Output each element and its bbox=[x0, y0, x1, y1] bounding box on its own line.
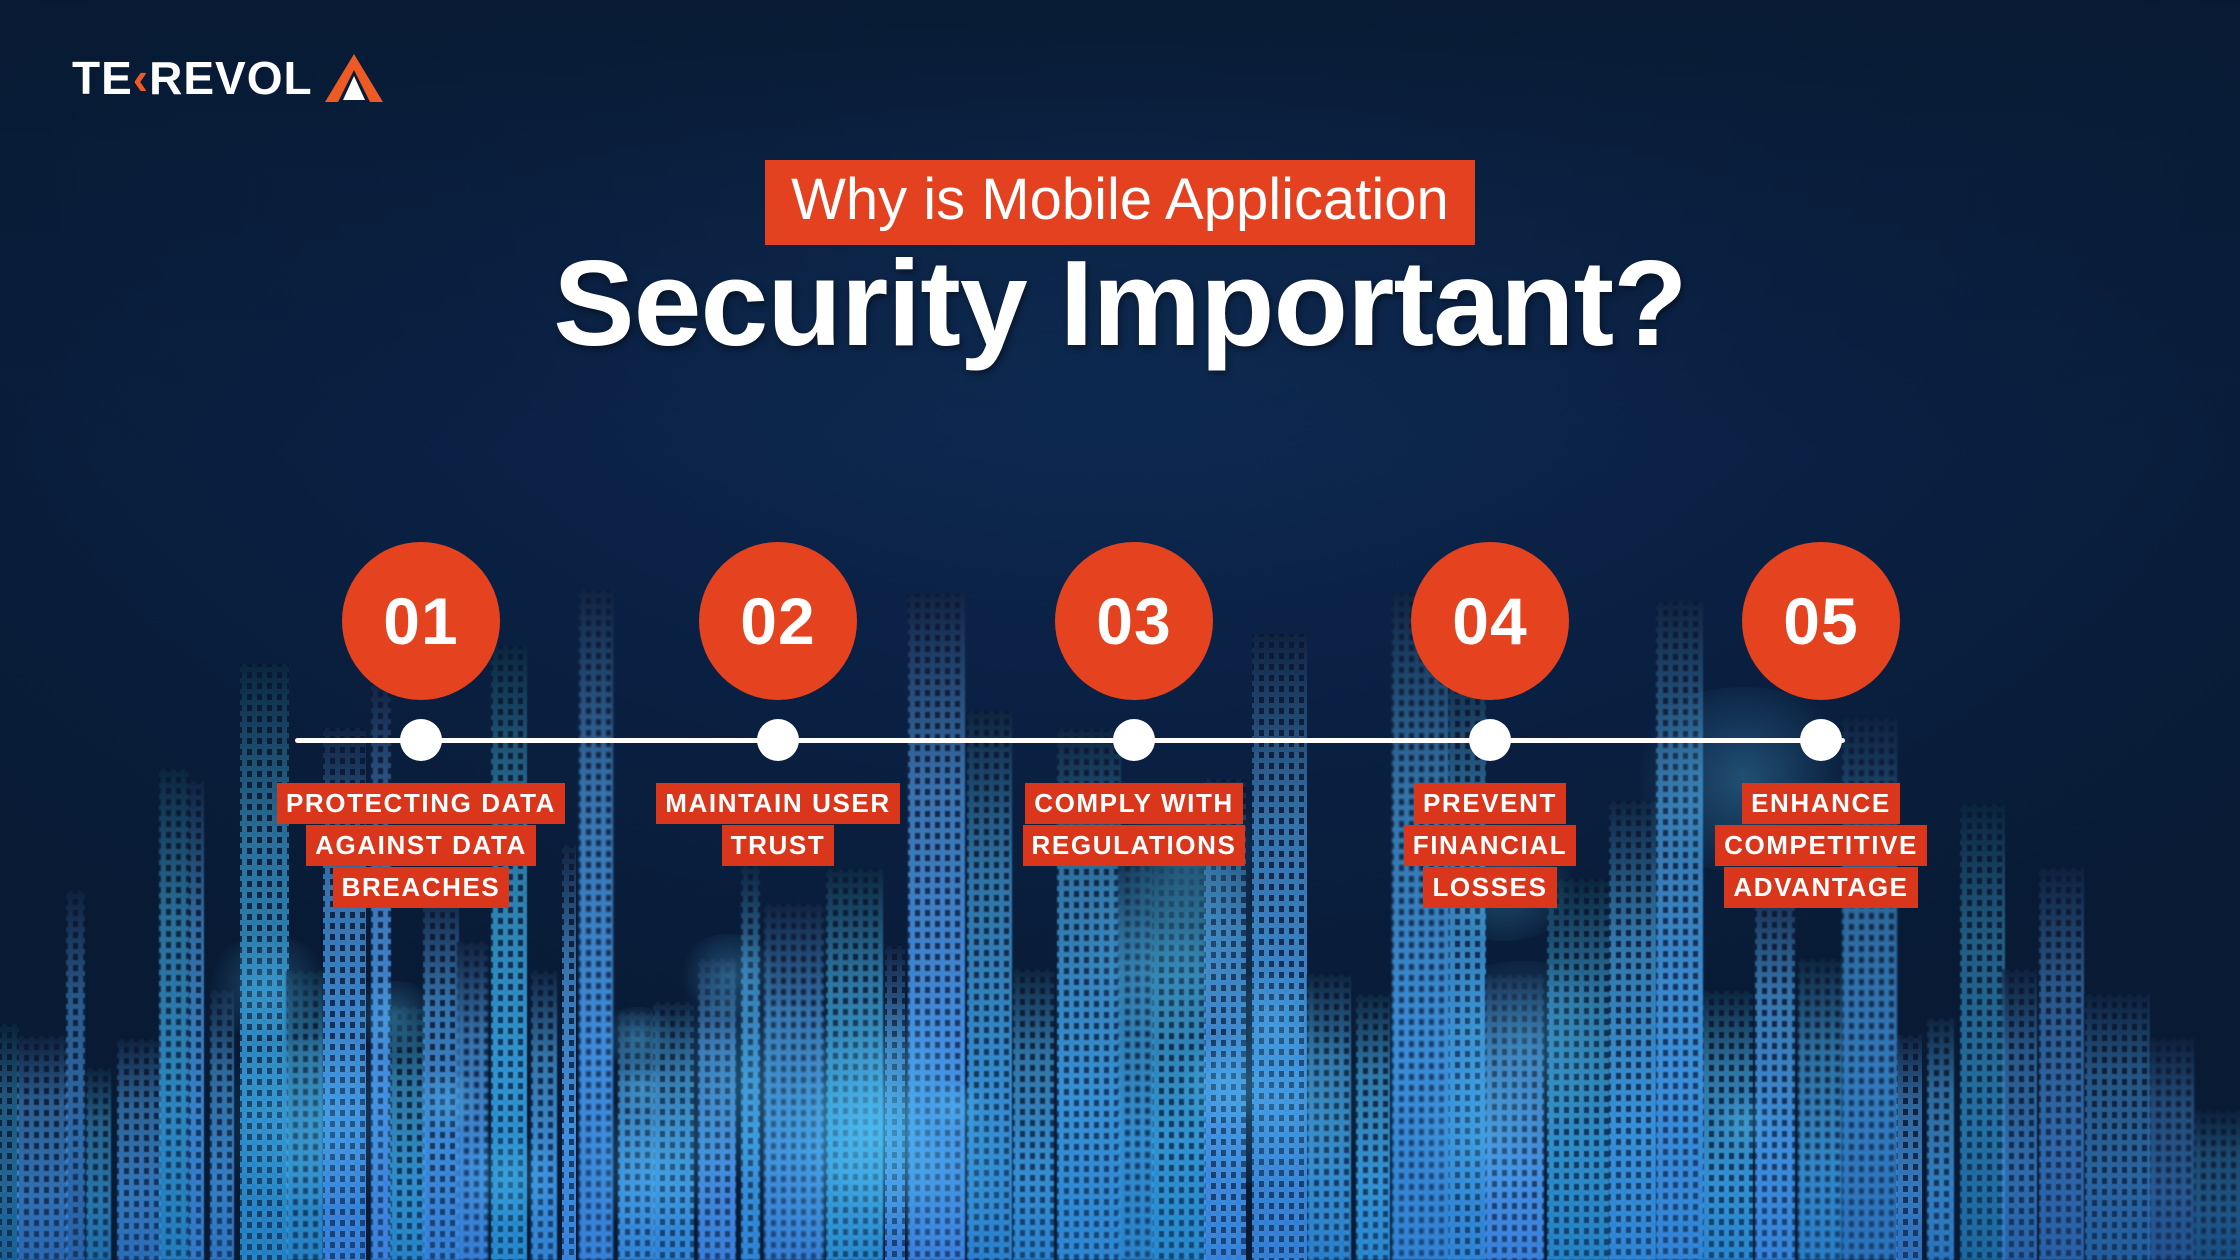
timeline: 01 PROTECTING DATA AGAINST DATA BREACHES 02 M… bbox=[0, 0, 2240, 1260]
timeline-marker-dot bbox=[400, 719, 442, 761]
step-label: ENHANCE COMPETITIVE ADVANTAGE bbox=[1591, 783, 2051, 909]
step-label-text: AGAINST DATA bbox=[306, 825, 536, 866]
step-label-text: REGULATIONS bbox=[1022, 825, 1246, 866]
step-label-line: BREACHES bbox=[191, 867, 651, 909]
step-label-text: COMPLY WITH bbox=[1025, 783, 1243, 824]
infographic-canvas: TE ‹ REVOL Why is Mobile Application Secur… bbox=[0, 0, 2240, 1260]
step-number-badge[interactable]: 05 bbox=[1742, 542, 1900, 700]
step-number-badge[interactable]: 03 bbox=[1055, 542, 1213, 700]
step-number-badge[interactable]: 04 bbox=[1411, 542, 1569, 700]
timeline-marker-dot bbox=[1469, 719, 1511, 761]
timeline-marker-dot bbox=[1800, 719, 1842, 761]
step-label-line: COMPETITIVE bbox=[1591, 825, 2051, 867]
step-label-text: TRUST bbox=[721, 825, 835, 866]
step-label-text: ADVANTAGE bbox=[1724, 867, 1918, 908]
timeline-marker-dot bbox=[1113, 719, 1155, 761]
step-label-text: PREVENT bbox=[1413, 783, 1566, 824]
timeline-track bbox=[295, 738, 1845, 743]
step-label-text: BREACHES bbox=[332, 867, 510, 908]
step-number-badge[interactable]: 02 bbox=[699, 542, 857, 700]
step-label-text: FINANCIAL bbox=[1403, 825, 1577, 866]
step-label-text: LOSSES bbox=[1423, 867, 1557, 908]
timeline-marker-dot bbox=[757, 719, 799, 761]
step-label-text: COMPETITIVE bbox=[1715, 825, 1927, 866]
step-label-text: MAINTAIN USER bbox=[656, 783, 900, 824]
step-label-line: ADVANTAGE bbox=[1591, 867, 2051, 909]
step-label-text: ENHANCE bbox=[1742, 783, 1900, 824]
step-number-badge[interactable]: 01 bbox=[342, 542, 500, 700]
step-label-text: PROTECTING DATA bbox=[276, 783, 566, 824]
step-label-line: ENHANCE bbox=[1591, 783, 2051, 825]
